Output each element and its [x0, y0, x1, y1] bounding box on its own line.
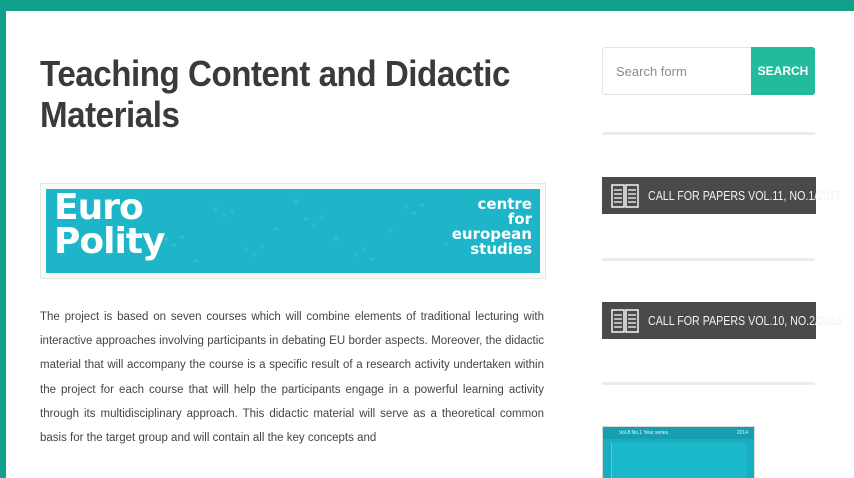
- europolity-logo: Euro Polity: [54, 189, 165, 262]
- centre-for-european-studies: centre for european studies: [452, 197, 532, 257]
- search-button[interactable]: SEARCH: [751, 47, 815, 95]
- cover-year: 2014: [736, 430, 748, 436]
- europolity-banner: Euro Polity centre for european studies: [40, 183, 546, 279]
- call-for-papers-2016-button[interactable]: CALL FOR PAPERS VOL.10, NO.2/2016: [602, 302, 842, 339]
- page-title: Teaching Content and Didactic Materials: [40, 53, 511, 135]
- top-accent-bar: [0, 0, 854, 11]
- logo-line-euro: Euro: [54, 189, 144, 228]
- sidebar-divider: [602, 258, 815, 261]
- book-icon: [611, 184, 639, 208]
- article-body: The project is based on seven courses wh…: [40, 311, 544, 445]
- sidebar-divider: [602, 132, 815, 135]
- cover-title: Vol.8 No.1 Year series: [619, 430, 669, 436]
- call-for-papers-label: CALL FOR PAPERS VOL.10, NO.2/2016: [648, 313, 842, 328]
- journal-cover-thumbnail[interactable]: Vol.8 No.1 Year series 2014: [602, 426, 755, 478]
- banner-image: Euro Polity centre for european studies: [46, 189, 540, 273]
- search-input[interactable]: [603, 48, 753, 94]
- call-for-papers-label: CALL FOR PAPERS VOL.11, NO.1/2017: [648, 188, 841, 203]
- page-content: Teaching Content and Didactic Materials …: [6, 11, 854, 478]
- cover-panel: [611, 443, 747, 478]
- centre-line-4: studies: [470, 240, 532, 258]
- search-form: SEARCH: [602, 47, 815, 95]
- sidebar-divider: [602, 382, 815, 385]
- call-for-papers-2017-button[interactable]: CALL FOR PAPERS VOL.11, NO.1/2017: [602, 177, 841, 214]
- book-icon: [611, 309, 639, 333]
- logo-line-polity: Polity: [54, 221, 165, 262]
